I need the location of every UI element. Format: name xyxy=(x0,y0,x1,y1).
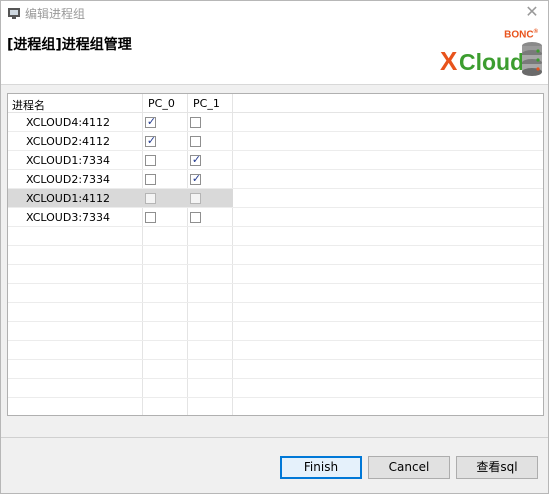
pc0-checkbox[interactable] xyxy=(145,174,156,185)
edit-process-group-dialog: 编辑进程组 ✕ [进程组]进程组管理 BONC® X Cloud 进程名 PC_… xyxy=(0,0,549,494)
page-title: [进程组]进程组管理 xyxy=(7,37,132,53)
pc0-checkbox[interactable] xyxy=(145,193,156,204)
footer-divider xyxy=(1,437,548,438)
logo-bonc-text: BONC® xyxy=(504,29,538,41)
process-name-cell: XCLOUD4:4112 xyxy=(26,116,111,129)
process-table[interactable]: 进程名 PC_0 PC_1 XCLOUD4:4112 ✓ XCLOUD2:4112 ✓… xyxy=(7,93,544,416)
empty-row xyxy=(8,246,543,265)
empty-row xyxy=(8,360,543,379)
pc1-checkbox[interactable] xyxy=(190,117,201,128)
pc1-checkbox[interactable] xyxy=(190,212,201,223)
table-row[interactable]: XCLOUD2:7334 ✓ xyxy=(8,170,543,189)
table-header: 进程名 PC_0 PC_1 xyxy=(8,94,543,113)
table-row[interactable]: XCLOUD2:4112 ✓ xyxy=(8,132,543,151)
check-icon: ✓ xyxy=(191,172,202,185)
table-row[interactable]: XCLOUD1:7334 ✓ xyxy=(8,151,543,170)
check-icon: ✓ xyxy=(146,115,157,128)
header-process-name[interactable]: 进程名 xyxy=(12,97,45,113)
process-name-cell: XCLOUD2:7334 xyxy=(26,173,111,186)
logo-cloud-text: Cloud xyxy=(459,49,525,75)
cancel-button[interactable]: Cancel xyxy=(368,456,450,479)
empty-row xyxy=(8,398,543,415)
header-pc1[interactable]: PC_1 xyxy=(193,97,220,110)
process-name-cell: XCLOUD1:4112 xyxy=(26,192,111,205)
empty-row xyxy=(8,341,543,360)
pc0-checkbox[interactable]: ✓ xyxy=(145,115,157,128)
window-title: 编辑进程组 xyxy=(25,7,86,21)
dialog-header: [进程组]进程组管理 BONC® X Cloud xyxy=(1,25,548,85)
close-icon[interactable]: ✕ xyxy=(524,3,540,21)
table-row[interactable]: XCLOUD4:4112 ✓ xyxy=(8,113,543,132)
pc0-checkbox[interactable] xyxy=(145,155,156,166)
check-icon: ✓ xyxy=(146,134,157,147)
empty-row xyxy=(8,227,543,246)
process-group-icon xyxy=(8,8,20,19)
xcloud-logo: BONC® X Cloud xyxy=(440,27,544,81)
pc1-checkbox[interactable]: ✓ xyxy=(190,172,202,185)
pc1-checkbox[interactable]: ✓ xyxy=(190,153,202,166)
process-name-cell: XCLOUD2:4112 xyxy=(26,135,111,148)
empty-row xyxy=(8,379,543,398)
table-row[interactable]: XCLOUD1:4112 xyxy=(8,189,543,208)
database-icon xyxy=(522,42,542,76)
title-bar: 编辑进程组 ✕ xyxy=(1,1,548,25)
logo-x-text: X xyxy=(440,46,458,76)
pc1-checkbox[interactable] xyxy=(190,136,201,147)
empty-row xyxy=(8,303,543,322)
pc0-checkbox[interactable]: ✓ xyxy=(145,134,157,147)
table-row[interactable]: XCLOUD3:7334 xyxy=(8,208,543,227)
empty-row xyxy=(8,284,543,303)
finish-button[interactable]: Finish xyxy=(280,456,362,479)
check-icon: ✓ xyxy=(191,153,202,166)
empty-row xyxy=(8,322,543,341)
process-name-cell: XCLOUD3:7334 xyxy=(26,211,111,224)
process-name-cell: XCLOUD1:7334 xyxy=(26,154,111,167)
empty-row xyxy=(8,265,543,284)
header-pc0[interactable]: PC_0 xyxy=(148,97,175,110)
pc0-checkbox[interactable] xyxy=(145,212,156,223)
pc1-checkbox[interactable] xyxy=(190,193,201,204)
view-sql-button[interactable]: 查看sql xyxy=(456,456,538,479)
